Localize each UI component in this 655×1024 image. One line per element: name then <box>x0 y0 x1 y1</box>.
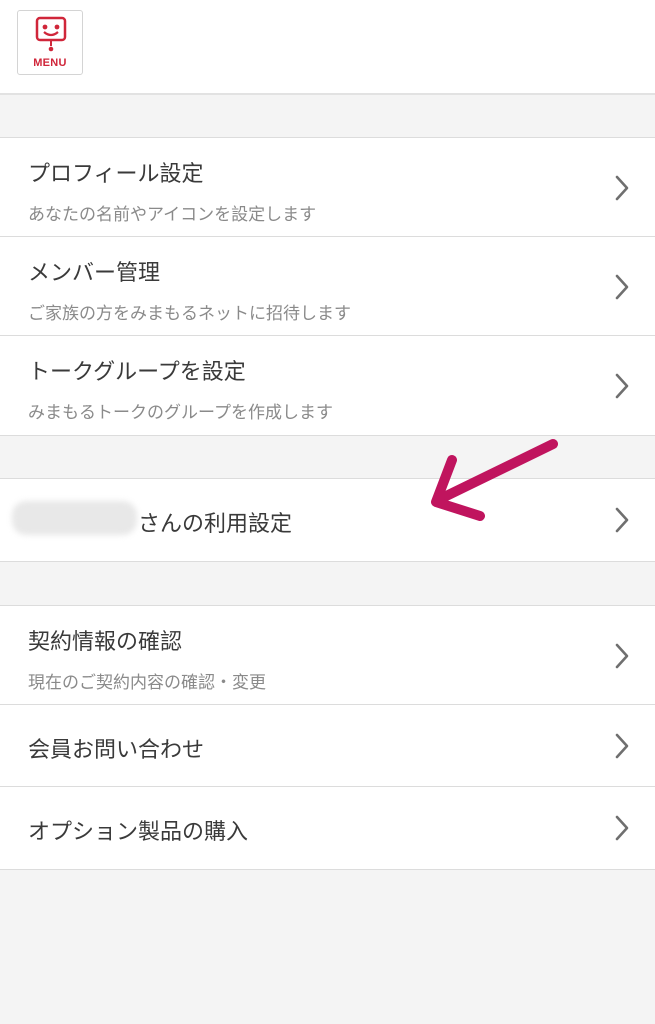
chevron-right-icon <box>615 815 629 841</box>
menu-label: MENU <box>33 57 67 69</box>
account-group: 契約情報の確認 現在のご契約内容の確認・変更 会員お問い合わせ オプション製品の… <box>0 605 655 870</box>
item-title: 契約情報の確認 <box>28 630 183 655</box>
talk-group-settings-item[interactable]: トークグループを設定 みまもるトークのグループを作成します <box>0 336 655 435</box>
item-subtitle: あなたの名前やアイコンを設定します <box>28 205 317 225</box>
item-title: 会員お問い合わせ <box>28 738 205 763</box>
item-subtitle: 現在のご契約内容の確認・変更 <box>28 673 266 693</box>
contract-info-item[interactable]: 契約情報の確認 現在のご契約内容の確認・変更 <box>0 606 655 705</box>
chevron-right-icon <box>615 175 629 201</box>
item-subtitle: みまもるトークのグループを作成します <box>28 403 333 423</box>
item-title: メンバー管理 <box>28 261 161 286</box>
member-management-item[interactable]: メンバー管理 ご家族の方をみまもるネットに招待します <box>0 237 655 336</box>
item-title: オプション製品の購入 <box>28 820 249 845</box>
robot-face-icon <box>35 16 67 52</box>
chevron-right-icon <box>615 373 629 399</box>
member-inquiry-item[interactable]: 会員お問い合わせ <box>0 705 655 787</box>
annotation-arrow-icon <box>431 439 558 521</box>
item-title: トークグループを設定 <box>28 360 246 385</box>
menu-button[interactable]: MENU <box>17 10 83 75</box>
settings-group: プロフィール設定 あなたの名前やアイコンを設定します メンバー管理 ご家族の方を… <box>0 137 655 436</box>
chevron-right-icon <box>615 643 629 669</box>
item-subtitle: ご家族の方をみまもるネットに招待します <box>28 304 351 324</box>
profile-settings-item[interactable]: プロフィール設定 あなたの名前やアイコンを設定します <box>0 138 655 237</box>
redacted-username <box>12 501 137 535</box>
item-title: プロフィール設定 <box>28 162 204 187</box>
app-header: MENU <box>0 0 655 95</box>
chevron-right-icon <box>615 274 629 300</box>
chevron-right-icon <box>615 507 629 533</box>
item-title: さんの利用設定 <box>138 512 293 537</box>
option-purchase-item[interactable]: オプション製品の購入 <box>0 787 655 869</box>
chevron-right-icon <box>615 733 629 759</box>
